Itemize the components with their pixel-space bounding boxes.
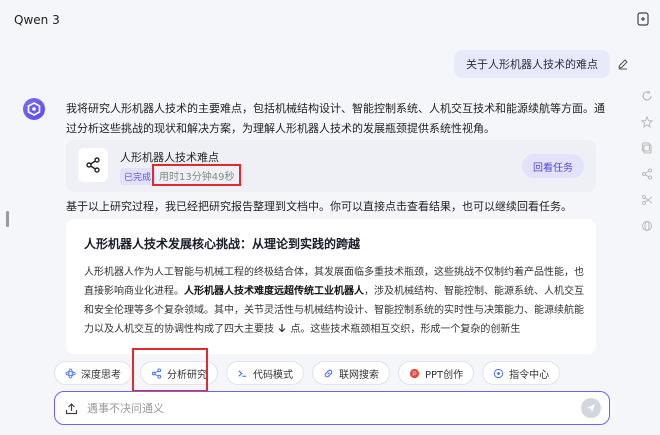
deep-thinking-label: 深度思考 bbox=[81, 369, 121, 381]
doc-body: 人形机器人作为人工智能与机械工程的终极结合体，其发展面临多重技术瓶颈，这些挑战不… bbox=[84, 263, 584, 339]
link-icon bbox=[324, 369, 333, 377]
command-center-label: 指令中心 bbox=[509, 369, 550, 381]
ppt-creation-chip[interactable]: P PPT创作 bbox=[398, 361, 475, 385]
app-title: Qwen 3 bbox=[14, 13, 60, 27]
svg-text:P: P bbox=[412, 370, 416, 377]
code-mode-chip[interactable]: 代码模式 bbox=[226, 361, 304, 385]
doc-paragraph-tail: 点。这些技术瓶颈相互交织，形成一个复杂的创新生 bbox=[290, 324, 521, 335]
refresh-icon[interactable] bbox=[641, 90, 653, 102]
new-document-icon[interactable] bbox=[636, 12, 650, 26]
doc-title: 人形机器人技术发展核心挑战：从理论到实践的跨越 bbox=[84, 237, 361, 251]
assistant-intro-text: 我将研究人形机器人技术的主要难点，包括机械结构设计、智能控制系统、人机交互技术和… bbox=[66, 102, 605, 135]
deep-thinking-chip[interactable]: 深度思考 bbox=[54, 361, 132, 385]
terminal-icon bbox=[238, 369, 247, 377]
web-search-chip[interactable]: 联网搜索 bbox=[312, 361, 390, 385]
star-icon[interactable] bbox=[640, 115, 654, 128]
edit-icon[interactable] bbox=[617, 58, 629, 70]
atom-icon bbox=[65, 367, 76, 379]
qwen-logo-icon bbox=[27, 102, 41, 116]
scissors-icon[interactable] bbox=[641, 194, 653, 206]
status-badge: 已完成 bbox=[120, 168, 156, 185]
user-message-bubble: 关于人形机器人技术的难点 bbox=[454, 50, 610, 78]
web-search-label: 联网搜索 bbox=[339, 369, 379, 381]
task-icon-box bbox=[78, 148, 108, 182]
ppt-icon: P bbox=[409, 368, 420, 378]
globe-icon[interactable] bbox=[641, 220, 653, 232]
report-document-card[interactable]: 人形机器人技术发展核心挑战：从理论到实践的跨越 人形机器人作为人工智能与机械工程… bbox=[66, 219, 596, 354]
send-icon bbox=[587, 404, 595, 412]
elapsed-time-highlight: 用时13分钟49秒 bbox=[152, 164, 242, 186]
mode-toolbar: 深度思考 分析研究 代码模式 联网搜索 P PPT创作 指令中心 bbox=[54, 361, 561, 385]
scroll-down-arrow-icon[interactable] bbox=[277, 323, 287, 333]
command-icon bbox=[494, 368, 504, 378]
task-title: 人形机器人技术难点 bbox=[120, 151, 219, 164]
code-mode-label: 代码模式 bbox=[253, 369, 293, 381]
share-icon[interactable] bbox=[641, 168, 653, 180]
copy-icon[interactable] bbox=[641, 142, 653, 154]
analysis-chip-highlight bbox=[132, 348, 208, 392]
assistant-avatar bbox=[23, 98, 45, 120]
elapsed-time: 用时13分钟49秒 bbox=[159, 171, 235, 183]
doc-bold-phrase: 人形机器人技术难度远超传统工业机器人 bbox=[184, 286, 364, 297]
command-center-chip[interactable]: 指令中心 bbox=[482, 361, 561, 385]
sidebar-toggle-handle[interactable] bbox=[6, 211, 9, 227]
mind-map-icon bbox=[86, 157, 100, 173]
review-task-button[interactable]: 回看任务 bbox=[522, 154, 584, 178]
composer bbox=[54, 391, 610, 425]
assistant-followup-text: 基于以上研究过程，我已经把研究报告整理到文档中。你可以直接点击查看结果，也可以继… bbox=[66, 200, 572, 213]
ppt-creation-label: PPT创作 bbox=[425, 369, 464, 381]
task-card[interactable]: 人形机器人技术难点 已完成 用时13分钟49秒 回看任务 bbox=[66, 140, 596, 192]
message-input[interactable] bbox=[87, 398, 567, 418]
right-rail bbox=[640, 90, 655, 246]
send-button[interactable] bbox=[581, 398, 601, 418]
user-message-text: 关于人形机器人技术的难点 bbox=[466, 58, 598, 71]
upload-icon[interactable] bbox=[65, 402, 78, 415]
